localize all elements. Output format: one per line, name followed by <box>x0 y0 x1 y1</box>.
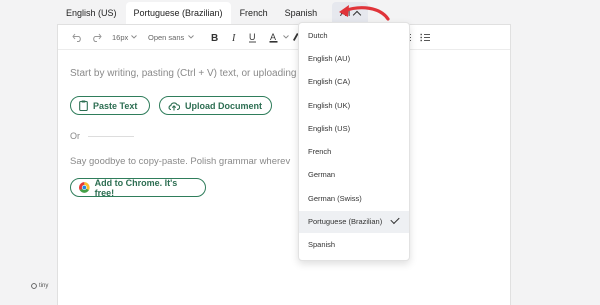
editor-toolbar: 16px Open sans B I U A <box>58 25 510 50</box>
tab-french[interactable]: French <box>232 2 276 24</box>
chevron-down-icon <box>187 30 195 44</box>
or-label: Or <box>70 131 80 141</box>
tiny-branding[interactable]: tiny <box>31 283 48 289</box>
tab-spanish[interactable]: Spanish <box>277 2 326 24</box>
chevron-down-icon <box>282 30 290 44</box>
annotation-arrow-icon <box>339 5 390 21</box>
or-divider: Or <box>70 131 134 141</box>
numbered-list-icon[interactable] <box>419 30 431 44</box>
add-to-chrome-label: Add to Chrome. It's free! <box>94 177 178 198</box>
dropdown-item-english-ca[interactable]: English (CA) <box>299 71 409 93</box>
dropdown-item-english-uk[interactable]: English (UK) <box>299 95 409 117</box>
bold-icon[interactable]: B <box>208 30 220 44</box>
language-dropdown: Dutch English (AU) English (CA) English … <box>298 22 410 261</box>
promo-text: Say goodbye to copy-paste. Polish gramma… <box>70 156 291 167</box>
cloud-upload-icon <box>168 101 180 110</box>
text-color-icon[interactable]: A <box>267 30 279 44</box>
dropdown-item-german[interactable]: German <box>299 164 409 186</box>
svg-text:I: I <box>231 33 236 42</box>
clipboard-icon <box>79 100 88 111</box>
add-to-chrome-button[interactable]: Add to Chrome. It's free! <box>70 177 206 198</box>
checkmark-icon <box>390 214 400 225</box>
redo-icon[interactable] <box>89 30 103 44</box>
paste-text-label: Paste Text <box>93 100 138 111</box>
dropdown-item-spanish[interactable]: Spanish <box>299 234 409 256</box>
underline-icon[interactable]: U <box>246 30 258 44</box>
editor-placeholder[interactable]: Start by writing, pasting (Ctrl + V) tex… <box>70 68 297 79</box>
tab-portuguese-brazilian[interactable]: Portuguese (Brazilian) <box>125 2 231 24</box>
upload-document-button[interactable]: Upload Document <box>159 96 272 115</box>
tab-english-us[interactable]: English (US) <box>58 2 125 24</box>
dropdown-item-german-swiss[interactable]: German (Swiss) <box>299 188 409 210</box>
chevron-down-icon <box>130 30 138 44</box>
undo-icon[interactable] <box>70 30 84 44</box>
dropdown-item-french[interactable]: French <box>299 141 409 163</box>
font-size-select[interactable]: 16px <box>112 30 128 44</box>
svg-text:A: A <box>270 32 276 42</box>
italic-icon[interactable]: I <box>228 30 240 44</box>
paste-text-button[interactable]: Paste Text <box>70 96 150 115</box>
svg-text:B: B <box>211 33 218 42</box>
chrome-logo-icon <box>79 182 90 193</box>
dropdown-item-english-au[interactable]: English (AU) <box>299 48 409 70</box>
tiny-label: tiny <box>39 283 49 289</box>
language-tabs: English (US) Portuguese (Brazilian) Fren… <box>58 0 369 24</box>
svg-text:U: U <box>249 32 256 42</box>
dropdown-item-label: Portuguese (Brazilian) <box>308 217 383 226</box>
editor-panel: 16px Open sans B I U A Start by writing,… <box>57 24 511 305</box>
dropdown-item-dutch[interactable]: Dutch <box>299 25 409 47</box>
dropdown-item-english-us[interactable]: English (US) <box>299 118 409 140</box>
upload-document-label: Upload Document <box>185 100 263 111</box>
tiny-logo-icon <box>31 283 37 289</box>
dropdown-item-portuguese-brazilian[interactable]: Portuguese (Brazilian) <box>299 211 409 233</box>
font-family-select[interactable]: Open sans <box>148 30 184 44</box>
divider-line <box>88 135 134 137</box>
